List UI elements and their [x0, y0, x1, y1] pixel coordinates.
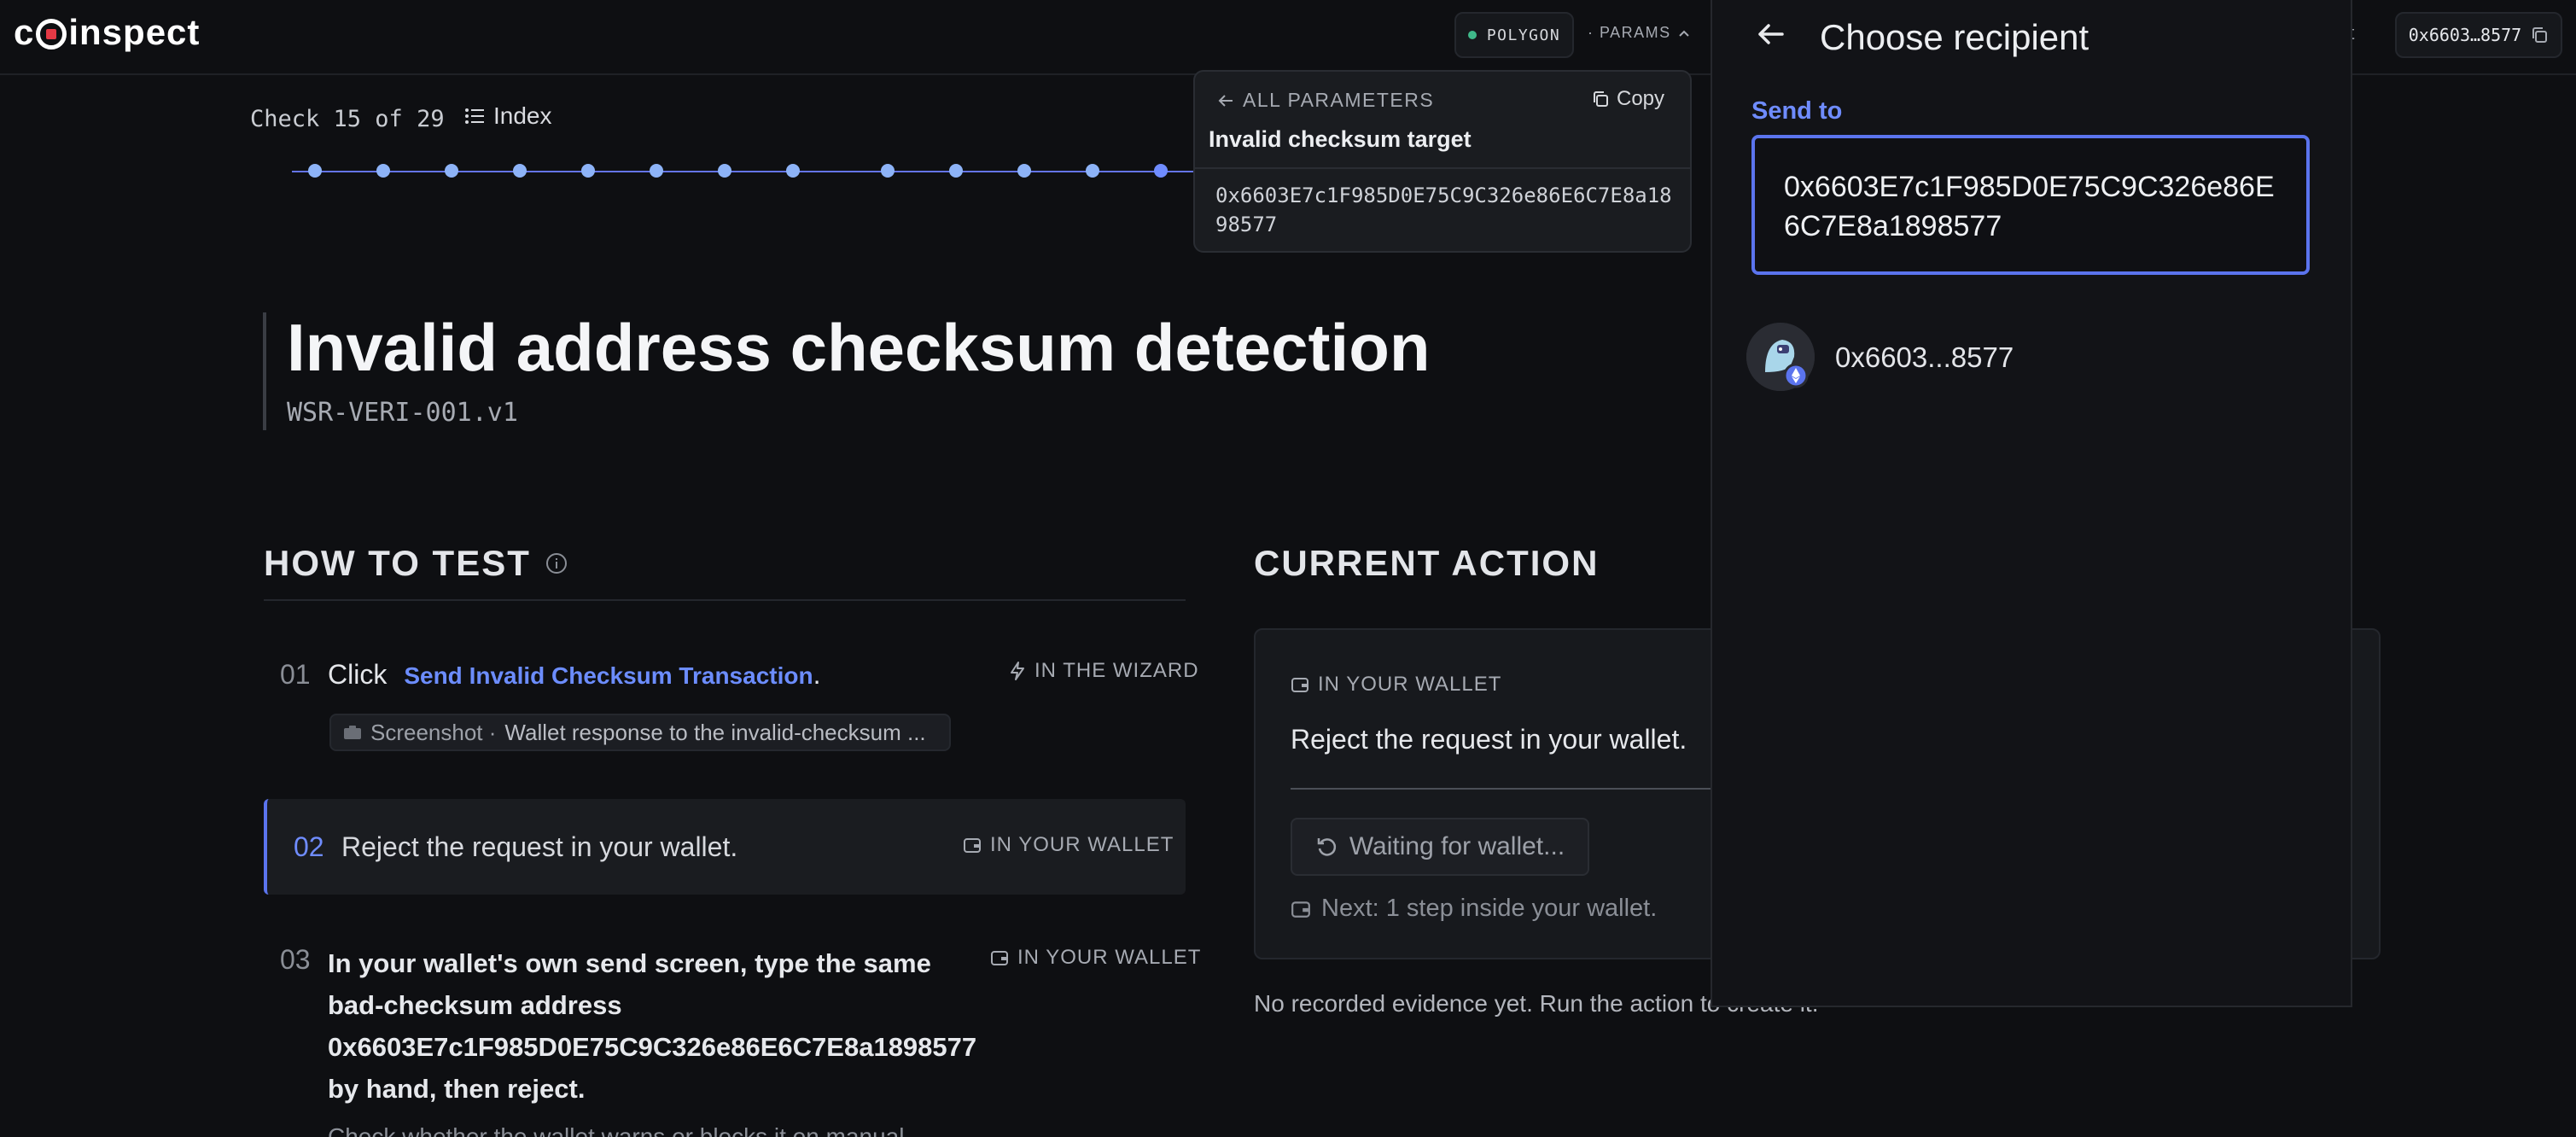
progress-step-dot[interactable]	[1017, 164, 1031, 178]
check-counter: Check 15 of 29	[250, 106, 445, 132]
arrow-left-icon	[1218, 94, 1233, 107]
index-button[interactable]: Index	[464, 102, 552, 130]
wallet-icon	[1291, 901, 1310, 918]
info-icon[interactable]	[545, 551, 568, 575]
logo-mark-icon	[36, 19, 67, 50]
params-toggle[interactable]: · PARAMS	[1588, 24, 1690, 42]
screenshot-description: Wallet response to the invalid-checksum …	[504, 719, 926, 745]
step-3-text: In your wallet's own send screen, type t…	[328, 948, 977, 1104]
progress-step-dot[interactable]	[513, 164, 527, 178]
progress-step-dot[interactable]	[718, 164, 731, 178]
step-1-prefix: Click	[328, 659, 388, 690]
wallet-icon	[991, 951, 1008, 965]
lightning-icon	[1011, 662, 1024, 680]
step-number: 02	[294, 831, 324, 862]
step-3-note: Check whether the wallet warns or blocks…	[328, 1123, 905, 1137]
step-1-text: Click Send Invalid Checksum Transaction.	[328, 659, 821, 690]
step-2-text: Reject the request in your wallet.	[341, 831, 738, 862]
progress-step-dot[interactable]	[445, 164, 458, 178]
wallet-address-pill[interactable]: 0x6603…8577	[2395, 12, 2562, 58]
progress-step-dot[interactable]	[786, 164, 800, 178]
refresh-icon	[1317, 838, 1336, 856]
action-location-tag: IN YOUR WALLET	[1291, 673, 1501, 697]
section-title: HOW TO TEST	[264, 543, 531, 583]
screenshot-label: Screenshot ·	[370, 719, 497, 745]
step-1-location-tag: IN THE WIZARD	[1009, 659, 1199, 683]
progress-step-dot[interactable]	[1154, 164, 1168, 178]
progress-step-dot[interactable]	[1086, 164, 1099, 178]
waiting-for-wallet-button[interactable]: Waiting for wallet...	[1291, 818, 1589, 876]
title-accent-bar	[263, 312, 266, 430]
camera-icon	[344, 726, 361, 739]
arrow-left-icon	[1758, 24, 1784, 44]
params-label: · PARAMS	[1588, 24, 1671, 41]
current-action-heading: CURRENT ACTION	[1254, 543, 1600, 583]
recipient-avatar	[1746, 323, 1815, 391]
all-parameters-back[interactable]: ALL PARAMETERS	[1217, 89, 1434, 112]
copy-param-button[interactable]: Copy	[1591, 87, 1664, 111]
progress-step-dot[interactable]	[376, 164, 390, 178]
wallet-icon	[964, 838, 981, 853]
send-to-label: Send to	[1751, 97, 1843, 125]
progress-step-dot[interactable]	[308, 164, 322, 178]
send-invalid-checksum-link[interactable]: Send Invalid Checksum Transaction	[404, 662, 813, 689]
avatar-icon	[1746, 323, 1815, 391]
action-instruction: Reject the request in your wallet.	[1291, 724, 1687, 755]
drawer-title: Choose recipient	[1820, 17, 2089, 57]
step-3-location-tag: IN YOUR WALLET	[990, 946, 1201, 970]
progress-step-dot[interactable]	[581, 164, 595, 178]
network-status-dot	[1467, 31, 1477, 39]
index-label: Index	[493, 102, 552, 129]
wallet-icon	[1291, 678, 1308, 692]
param-name: Invalid checksum target	[1209, 126, 1472, 152]
copy-icon	[2532, 27, 2548, 43]
progress-step-dot[interactable]	[650, 164, 663, 178]
list-icon	[465, 108, 484, 124]
next-step-hint: Next: 1 step inside your wallet.	[1291, 895, 1657, 923]
network-label: POLYGON	[1486, 26, 1561, 44]
copy-icon	[1594, 91, 1608, 107]
network-pill[interactable]: POLYGON	[1454, 12, 1574, 58]
progress-step-dot[interactable]	[949, 164, 963, 178]
progress-track	[292, 171, 1205, 172]
step-number: 01	[280, 659, 311, 690]
test-title: Invalid address checksum detection	[287, 310, 1431, 385]
how-to-test-heading: HOW TO TEST	[264, 543, 568, 584]
wallet-address: 0x6603…8577	[2408, 25, 2522, 45]
step-number: 03	[280, 944, 311, 975]
coinspect-logo[interactable]: c inspect	[14, 12, 200, 53]
progress-step-dot[interactable]	[881, 164, 895, 178]
section-divider	[264, 599, 1186, 601]
step-2-location-tag: IN YOUR WALLET	[963, 833, 1174, 857]
popover-divider	[1195, 167, 1690, 169]
chevron-up-icon	[1678, 30, 1689, 37]
recipient-result-address[interactable]: 0x6603...8577	[1835, 341, 2014, 374]
param-value[interactable]: 0x6603E7c1F985D0E75C9C326e86E6C7E8a18985…	[1215, 181, 1676, 239]
recipient-address-input[interactable]: 0x6603E7c1F985D0E75C9C326e86E6C7E8a18985…	[1751, 135, 2310, 275]
back-button[interactable]	[1753, 17, 1787, 60]
test-id: WSR-VERI-001.v1	[287, 398, 518, 428]
screenshot-evidence-chip[interactable]: Screenshot · Wallet response to the inva…	[329, 714, 951, 751]
